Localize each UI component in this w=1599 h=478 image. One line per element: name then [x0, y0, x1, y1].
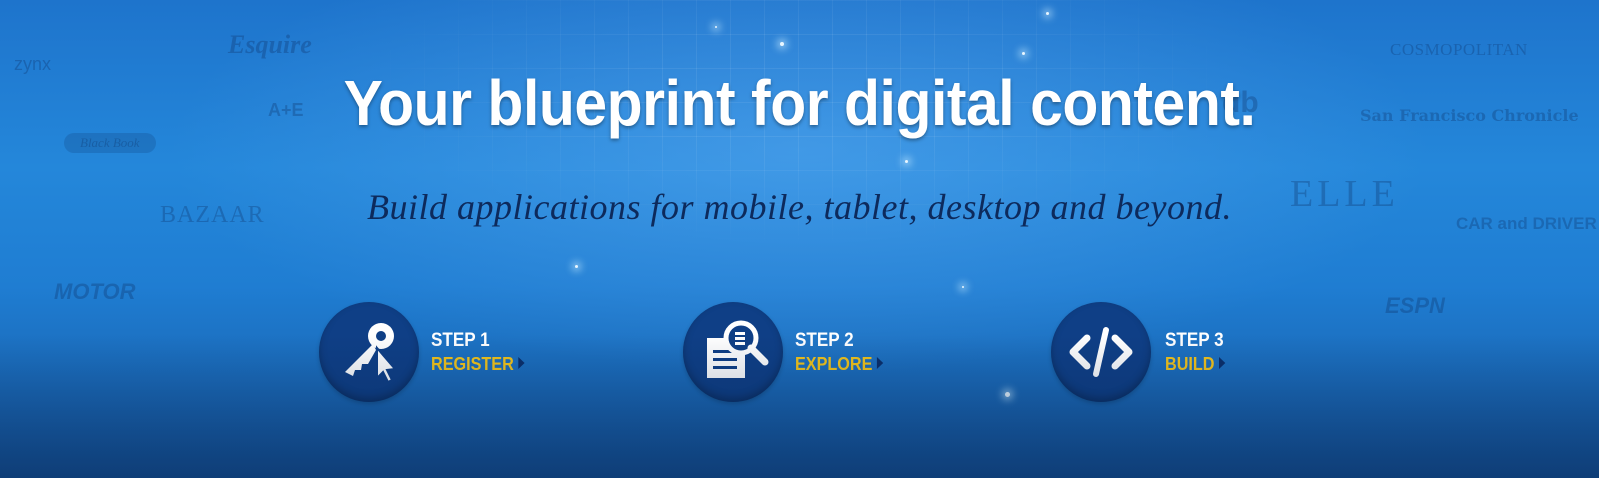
sparkle: [962, 286, 964, 288]
step-2-icon-circle[interactable]: [683, 302, 783, 402]
sparkle: [575, 265, 578, 268]
sparkle: [1046, 12, 1049, 15]
background-logo-esquire: Esquire: [228, 30, 312, 59]
step-3-number: STEP 3: [1165, 330, 1224, 351]
step-2-explore-label[interactable]: EXPLORE: [795, 354, 884, 375]
background-logo-espn: ESPN: [1385, 293, 1445, 318]
page-subheadline: Build applications for mobile, tablet, d…: [367, 187, 1232, 227]
code-brackets-icon: [1069, 327, 1133, 377]
arrow-right-icon: [876, 357, 884, 370]
step-2-label-text: EXPLORE: [795, 354, 873, 374]
sparkle: [715, 26, 717, 28]
step-1-number: STEP 1: [431, 330, 490, 351]
hero-banner: Esquire zynx A+E Black Book BAZAAR MOTOR…: [0, 0, 1599, 478]
key-cursor-icon: [345, 323, 397, 384]
step-3-build-label[interactable]: BUILD: [1165, 354, 1226, 375]
page-headline: Your blueprint for digital content.: [343, 67, 1256, 139]
arrow-right-icon: [1219, 357, 1226, 370]
step-1-register-label[interactable]: REGISTER: [431, 354, 525, 375]
document-magnifier-icon: [707, 320, 769, 378]
step-2-explore-link[interactable]: STEP 2 EXPLORE: [683, 302, 903, 402]
step-1-icon-circle[interactable]: [319, 302, 419, 402]
background-logo-motor: MOTOR: [54, 279, 136, 304]
arrow-right-icon: [518, 357, 525, 370]
background-logo-zynx: zynx: [14, 54, 52, 74]
step-1-label-text: REGISTER: [431, 354, 514, 374]
sparkle: [780, 42, 784, 46]
step-3-label-text: BUILD: [1165, 354, 1215, 374]
background-logo-cosmopolitan: COSMOPOLITAN: [1390, 40, 1528, 59]
step-3-icon-circle[interactable]: [1051, 302, 1151, 402]
sparkle: [905, 160, 908, 163]
step-2-number: STEP 2: [795, 330, 854, 351]
sparkle: [1022, 52, 1025, 55]
step-1-register-link[interactable]: STEP 1 REGISTER: [319, 302, 539, 402]
sparkle: [1005, 392, 1010, 397]
step-3-build-link[interactable]: STEP 3 BUILD: [1051, 302, 1251, 402]
